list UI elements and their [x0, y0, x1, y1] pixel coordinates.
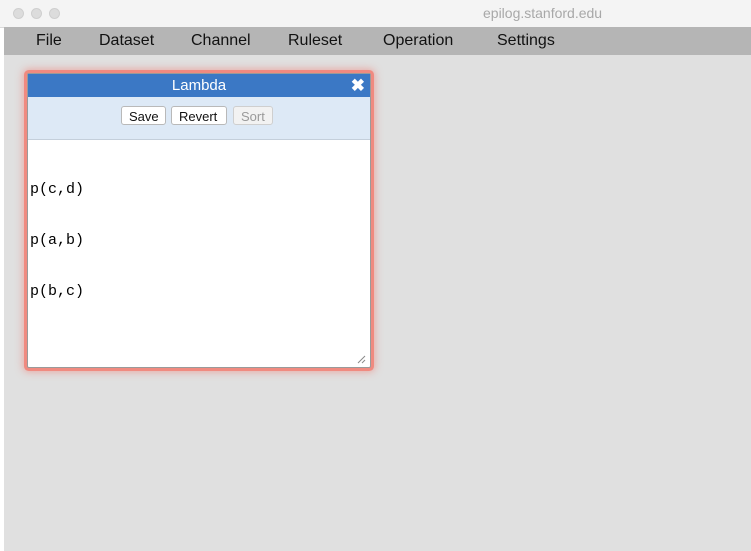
- editor-line: p(a,b): [30, 232, 85, 249]
- menu-file[interactable]: File: [36, 32, 62, 50]
- title-bar: epilog.stanford.edu: [0, 0, 751, 28]
- sort-button[interactable]: Sort: [233, 106, 273, 125]
- url-label: epilog.stanford.edu: [483, 5, 603, 21]
- resize-handle-icon[interactable]: [356, 354, 366, 364]
- dialog-toolbar: Save Revert Sort: [28, 97, 370, 140]
- close-window-button[interactable]: [13, 8, 24, 19]
- save-button[interactable]: Save: [121, 106, 166, 125]
- lambda-dialog: Lambda ✖ Save Revert Sort p(c,d) p(a,b) …: [27, 73, 371, 368]
- browser-window: epilog.stanford.edu File Dataset Channel…: [0, 0, 751, 551]
- menu-dataset[interactable]: Dataset: [99, 32, 154, 50]
- revert-button[interactable]: Revert: [171, 106, 227, 125]
- zoom-window-button[interactable]: [49, 8, 60, 19]
- menu-operation[interactable]: Operation: [383, 32, 453, 50]
- minimize-window-button[interactable]: [31, 8, 42, 19]
- close-icon[interactable]: ✖: [351, 74, 365, 97]
- rules-text-area[interactable]: p(c,d) p(a,b) p(b,c): [28, 140, 368, 366]
- menu-bar: File Dataset Channel Ruleset Operation S…: [4, 27, 751, 55]
- app-content: File Dataset Channel Ruleset Operation S…: [4, 27, 751, 551]
- menu-ruleset[interactable]: Ruleset: [288, 32, 342, 50]
- menu-settings[interactable]: Settings: [497, 32, 555, 50]
- dialog-title-bar[interactable]: Lambda ✖: [28, 74, 370, 97]
- dialog-title: Lambda: [171, 77, 227, 94]
- editor-line: p(c,d): [30, 181, 85, 198]
- menu-channel[interactable]: Channel: [191, 32, 251, 50]
- editor-line: p(b,c): [30, 283, 85, 300]
